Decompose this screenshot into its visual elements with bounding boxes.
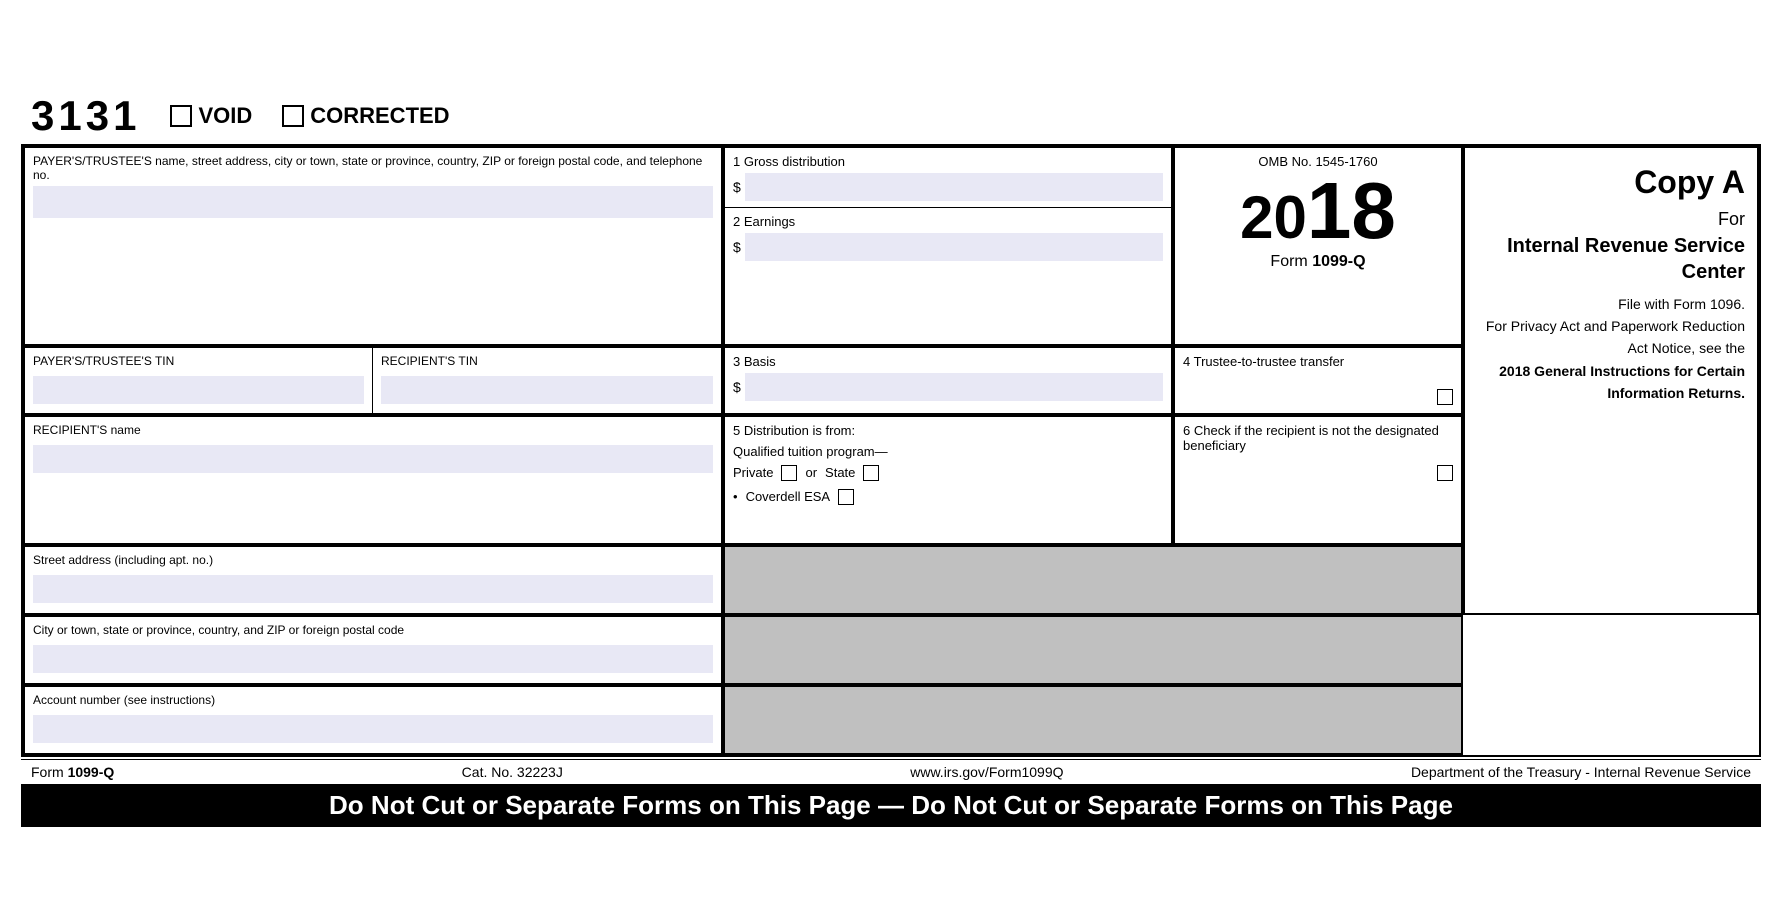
box1-2-cell: 1 Gross distribution $ 2 Earnings $ — [723, 146, 1173, 346]
year-display: 2018 — [1183, 171, 1453, 251]
box1-input: $ — [733, 173, 1163, 201]
box5-label: 5 Distribution is from: — [733, 423, 1163, 438]
coverdell-label: Coverdell ESA — [746, 489, 831, 504]
account-label: Account number (see instructions) — [33, 693, 713, 707]
gray-area-1 — [723, 545, 1463, 615]
footer-website: www.irs.gov/Form1099Q — [910, 764, 1063, 780]
corrected-label: CORRECTED — [310, 103, 449, 129]
recipient-name-input[interactable] — [33, 445, 713, 473]
box6-cell: 6 Check if the recipient is not the desi… — [1173, 415, 1463, 545]
payer-tin-input[interactable] — [33, 376, 364, 404]
street-cell: Street address (including apt. no.) — [23, 545, 723, 615]
form-number: 3131 — [31, 92, 140, 140]
footer-cat: Cat. No. 32223J — [462, 764, 563, 780]
box4-checkbox[interactable] — [1437, 389, 1453, 405]
footer-top: Form 1099-Q Cat. No. 32223J www.irs.gov/… — [21, 759, 1761, 784]
box5-private-state: Private or State — [733, 465, 1163, 481]
box1-section: 1 Gross distribution $ — [725, 148, 1171, 208]
payer-name-input[interactable] — [33, 186, 713, 218]
box3-cell: 3 Basis $ — [723, 346, 1173, 415]
box2-dollar: $ — [733, 239, 741, 255]
payer-name-cell: PAYER'S/TRUSTEE'S name, street address, … — [23, 146, 723, 346]
or-label: or — [805, 465, 817, 480]
gray-area-2 — [723, 615, 1463, 685]
form-name-label: Form 1099-Q — [1183, 253, 1453, 271]
box6-label: 6 Check if the recipient is not the desi… — [1183, 423, 1453, 453]
coverdell-bullet: • — [733, 489, 738, 504]
box5-cell: 5 Distribution is from: Qualified tuitio… — [723, 415, 1173, 545]
private-label: Private — [733, 465, 773, 480]
payer-name-label: PAYER'S/TRUSTEE'S name, street address, … — [33, 154, 713, 182]
box2-section: 2 Earnings $ — [725, 208, 1171, 267]
corrected-checkbox-label[interactable]: CORRECTED — [282, 103, 449, 129]
footer-bottom: Do Not Cut or Separate Forms on This Pag… — [21, 784, 1761, 827]
top-header: 3131 VOID CORRECTED — [21, 92, 1761, 140]
account-input[interactable] — [33, 715, 713, 743]
box3-label: 3 Basis — [733, 354, 1163, 369]
box2-label: 2 Earnings — [733, 214, 1163, 229]
private-checkbox[interactable] — [781, 465, 797, 481]
page: 3131 VOID CORRECTED PAYER'S/TRUSTEE'S na… — [11, 82, 1771, 827]
box6-checkbox[interactable] — [1437, 465, 1453, 481]
box4-cell: 4 Trustee-to-trustee transfer — [1173, 346, 1463, 415]
payer-tin-left: PAYER'S/TRUSTEE'S TIN — [25, 348, 373, 413]
box5-option1-label: Qualified tuition program— — [733, 444, 1163, 459]
copy-a-cell: Copy A For Internal Revenue Service Cent… — [1463, 146, 1759, 615]
box5-coverdell: • Coverdell ESA — [733, 489, 1163, 505]
box1-label: 1 Gross distribution — [733, 154, 1163, 169]
omb-cell: OMB No. 1545-1760 2018 Form 1099-Q — [1173, 146, 1463, 346]
void-label: VOID — [198, 103, 252, 129]
box2-amount[interactable] — [745, 233, 1163, 261]
void-corrected-area: VOID CORRECTED — [170, 103, 449, 129]
city-cell: City or town, state or province, country… — [23, 615, 723, 685]
copy-a-for: For — [1477, 206, 1745, 233]
form-body: PAYER'S/TRUSTEE'S name, street address, … — [21, 144, 1761, 757]
footer-department: Department of the Treasury - Internal Re… — [1411, 764, 1751, 780]
void-checkbox[interactable] — [170, 105, 192, 127]
copy-a-title: Copy A — [1477, 158, 1745, 206]
recipient-tin-label: RECIPIENT'S TIN — [381, 354, 713, 368]
tin-row: PAYER'S/TRUSTEE'S TIN RECIPIENT'S TIN — [23, 346, 723, 415]
box2-input: $ — [733, 233, 1163, 261]
state-label: State — [825, 465, 855, 480]
box1-dollar: $ — [733, 179, 741, 195]
recipient-tin-right: RECIPIENT'S TIN — [373, 348, 721, 413]
state-checkbox[interactable] — [863, 465, 879, 481]
coverdell-checkbox[interactable] — [838, 489, 854, 505]
copy-a-irs: Internal Revenue Service Center — [1477, 233, 1745, 285]
box5-options: Qualified tuition program— Private or St… — [733, 444, 1163, 505]
gray-area-3 — [723, 685, 1463, 755]
box3-input: $ — [733, 373, 1163, 401]
corrected-checkbox[interactable] — [282, 105, 304, 127]
payer-tin-label: PAYER'S/TRUSTEE'S TIN — [33, 354, 364, 368]
recipient-tin-input[interactable] — [381, 376, 713, 404]
box3-amount[interactable] — [745, 373, 1163, 401]
recipient-name-label: RECIPIENT'S name — [33, 423, 713, 437]
recipient-name-cell: RECIPIENT'S name — [23, 415, 723, 545]
street-label: Street address (including apt. no.) — [33, 553, 713, 567]
street-input[interactable] — [33, 575, 713, 603]
copy-a-info: File with Form 1096. For Privacy Act and… — [1477, 293, 1745, 405]
void-checkbox-label[interactable]: VOID — [170, 103, 252, 129]
account-cell: Account number (see instructions) — [23, 685, 723, 755]
box3-dollar: $ — [733, 379, 741, 395]
box4-label: 4 Trustee-to-trustee transfer — [1183, 354, 1453, 369]
city-input[interactable] — [33, 645, 713, 673]
city-label: City or town, state or province, country… — [33, 623, 713, 637]
footer-form-name: Form 1099-Q — [31, 764, 114, 780]
box1-amount[interactable] — [745, 173, 1163, 201]
